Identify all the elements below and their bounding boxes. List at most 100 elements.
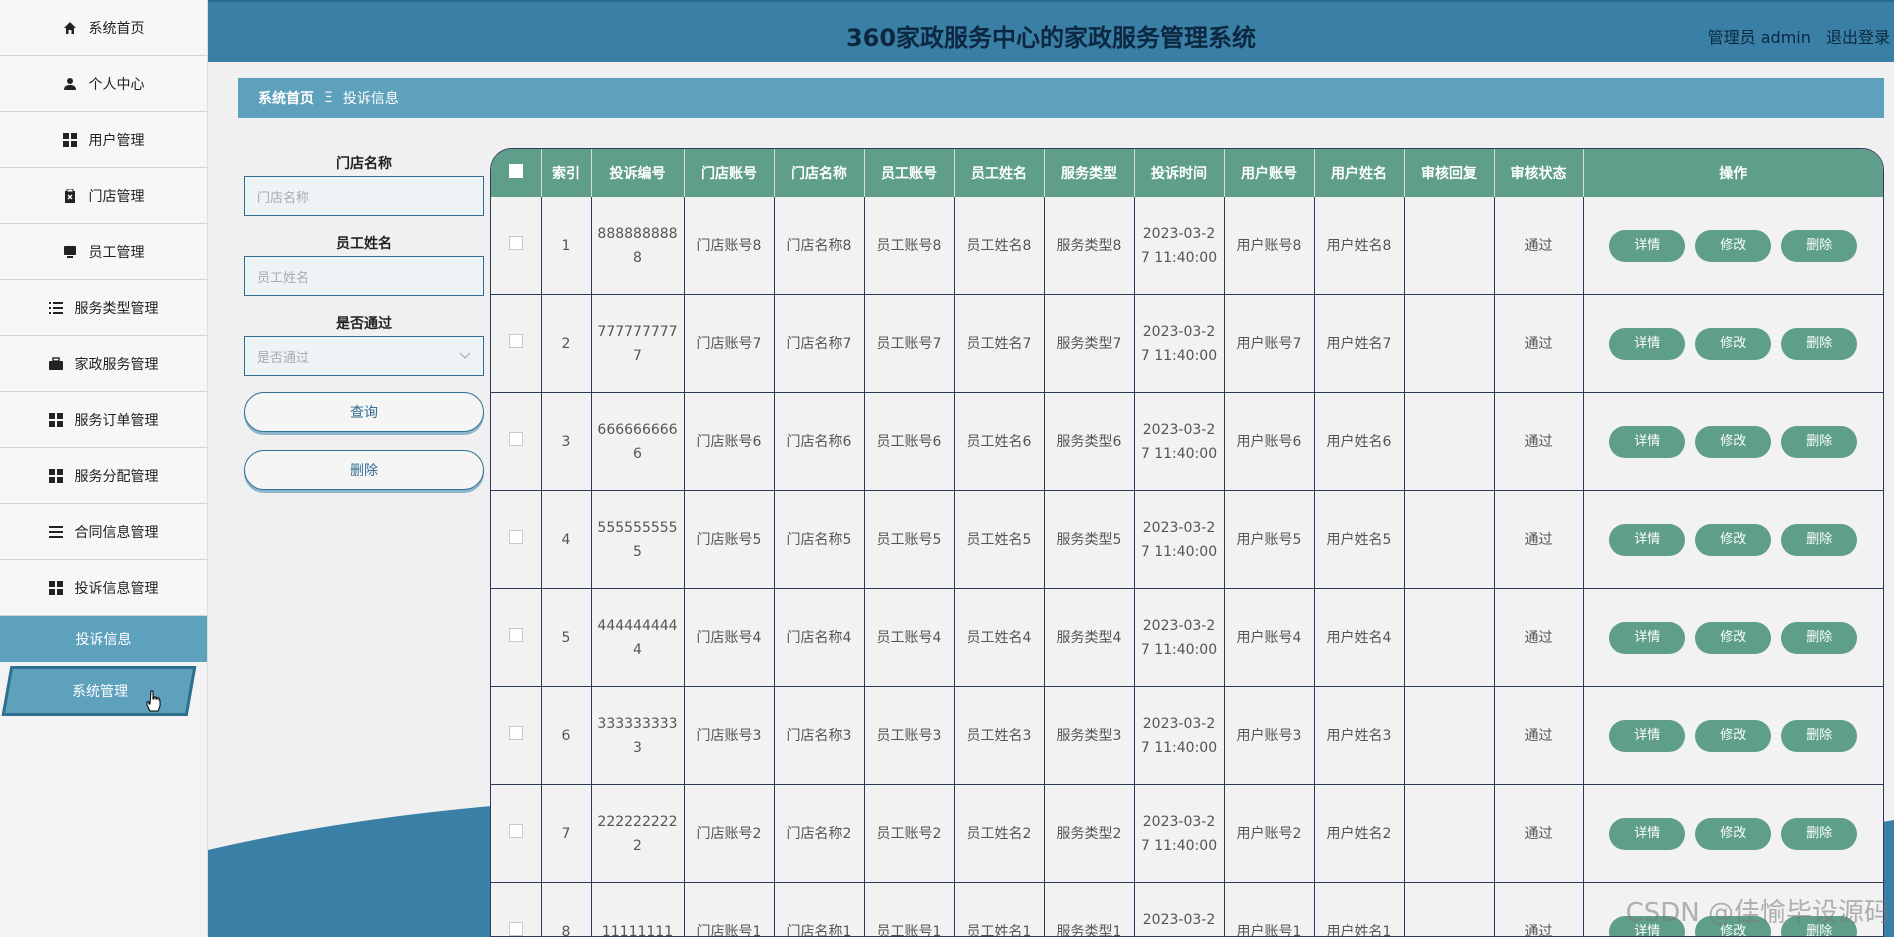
staff-name-input[interactable]: 员工姓名	[244, 256, 484, 296]
query-button[interactable]: 查询	[244, 392, 484, 432]
detail-button[interactable]: 详情	[1609, 817, 1686, 850]
sidebar-item-1[interactable]: 个人中心	[0, 56, 207, 112]
detail-button[interactable]: 详情	[1609, 229, 1686, 262]
cell-type: 服务类型8	[1044, 197, 1135, 295]
cell-staff-name: 员工姓名7	[954, 294, 1045, 393]
sidebar-item-0[interactable]: 系统首页	[0, 0, 207, 56]
staff-name-placeholder: 员工姓名	[257, 270, 310, 286]
sidebar-item-9[interactable]: 合同信息管理	[0, 504, 207, 560]
detail-button[interactable]: 详情	[1609, 523, 1686, 556]
pass-status-select[interactable]: 是否通过	[244, 336, 484, 376]
row-checkbox[interactable]	[508, 627, 523, 642]
row-checkbox[interactable]	[508, 431, 523, 446]
row-checkbox[interactable]	[508, 235, 523, 250]
cell-reply	[1404, 882, 1495, 936]
delete-button[interactable]: 删除	[1781, 523, 1858, 556]
edit-button[interactable]: 修改	[1695, 621, 1772, 654]
detail-button[interactable]: 详情	[1609, 621, 1686, 654]
sidebar-item-label: 服务订单管理	[74, 412, 159, 429]
cell-staff-name: 员工姓名2	[954, 784, 1045, 883]
edit-button[interactable]: 修改	[1695, 229, 1772, 262]
column-header: 员工姓名	[954, 149, 1045, 197]
sidebar-item-3[interactable]: 门店管理	[0, 168, 207, 224]
row-select-cell	[491, 294, 542, 393]
cell-type: 服务类型1	[1044, 882, 1135, 936]
edit-button[interactable]: 修改	[1695, 719, 1772, 752]
sidebar-subitem-complaint-info[interactable]: 投诉信息	[0, 616, 207, 662]
column-header: 索引	[541, 149, 592, 197]
sidebar-item-system[interactable]: 系统管理	[0, 662, 207, 718]
cell-user-name: 用户姓名5	[1314, 490, 1405, 589]
row-checkbox[interactable]	[508, 921, 523, 936]
cell-staff-acc: 员工账号1	[864, 882, 955, 936]
sidebar-item-10[interactable]: 投诉信息管理	[0, 560, 207, 616]
staff-name-label: 员工姓名	[336, 236, 392, 252]
row-select-cell	[491, 588, 542, 687]
cell-reply	[1404, 294, 1495, 393]
sidebar-item-label: 个人中心	[88, 76, 145, 93]
actions-cell: 详情 修改 删除	[1583, 784, 1883, 883]
row-select-cell	[491, 197, 542, 295]
delete-button[interactable]: 删除	[1781, 425, 1858, 458]
watermark: CSDN @佳愉毕设源码	[1625, 898, 1890, 928]
breadcrumb-current: 投诉信息	[342, 91, 399, 107]
sidebar-item-5[interactable]: 服务类型管理	[0, 280, 207, 336]
pass-status-label: 是否通过	[336, 316, 392, 332]
breadcrumb-home[interactable]: 系统首页	[258, 88, 314, 108]
sidebar-item-4[interactable]: 员工管理	[0, 224, 207, 280]
store-name-input[interactable]: 门店名称	[244, 176, 484, 216]
cell-type: 服务类型7	[1044, 294, 1135, 393]
detail-button[interactable]: 详情	[1609, 327, 1686, 360]
row-checkbox[interactable]	[508, 333, 523, 348]
cell-no: 7777777777	[591, 294, 685, 393]
table-row: 6 3333333333 门店账号3 门店名称3 员工账号3 员工姓名3 服务类型3 2023…	[491, 686, 1883, 785]
edit-button[interactable]: 修改	[1695, 425, 1772, 458]
sidebar-item-2[interactable]: 用户管理	[0, 112, 207, 168]
logout-link[interactable]: 退出登录	[1826, 28, 1890, 47]
row-checkbox[interactable]	[508, 823, 523, 838]
clipboard-icon	[63, 188, 77, 203]
cell-reply	[1404, 784, 1495, 883]
column-header: 审核状态	[1494, 149, 1584, 197]
batch-delete-button[interactable]: 删除	[244, 450, 484, 490]
delete-button[interactable]: 删除	[1781, 817, 1858, 850]
cell-type: 服务类型5	[1044, 490, 1135, 589]
edit-button[interactable]: 修改	[1695, 327, 1772, 360]
sidebar-item-label: 门店管理	[88, 188, 145, 205]
cell-time: 2023-03-27 11:40:00	[1134, 197, 1225, 295]
actions-cell: 详情 修改 删除	[1583, 686, 1883, 785]
cell-no: 2222222222	[591, 784, 685, 883]
delete-button[interactable]: 删除	[1781, 327, 1858, 360]
delete-button[interactable]: 删除	[1781, 229, 1858, 262]
cell-status: 通过	[1494, 784, 1584, 883]
delete-button[interactable]: 删除	[1781, 719, 1858, 752]
cell-type: 服务类型6	[1044, 392, 1135, 491]
row-checkbox[interactable]	[508, 725, 523, 740]
breadcrumb-separator: Ξ	[324, 90, 333, 106]
cell-reply	[1404, 490, 1495, 589]
cell-store-acc: 门店账号3	[684, 686, 775, 785]
sidebar-item-8[interactable]: 服务分配管理	[0, 448, 207, 504]
sidebar-item-7[interactable]: 服务订单管理	[0, 392, 207, 448]
search-panel: 门店名称 门店名称 员工姓名 员工姓名 是否通过 是否通过 查询 删除	[244, 152, 484, 490]
detail-button[interactable]: 详情	[1609, 425, 1686, 458]
home-icon	[63, 21, 77, 35]
sidebar-item-6[interactable]: 家政服务管理	[0, 336, 207, 392]
edit-button[interactable]: 修改	[1695, 523, 1772, 556]
cell-user-acc: 用户账号1	[1224, 882, 1315, 936]
sidebar-subitem-label: 投诉信息	[75, 632, 132, 648]
table-header-row: 索引 投诉编号 门店账号 门店名称 员工账号 员工姓名 服务类型 投诉时间 用户账号 用户姓名 审核…	[491, 149, 1883, 197]
detail-button[interactable]: 详情	[1609, 719, 1686, 752]
system-title: 360家政服务中心的家政服务管理系统	[845, 24, 1257, 52]
hand-cursor-icon	[146, 690, 161, 712]
delete-button[interactable]: 删除	[1781, 621, 1858, 654]
grid-icon	[48, 468, 63, 483]
row-checkbox[interactable]	[508, 529, 523, 544]
cell-user-name: 用户姓名4	[1314, 588, 1405, 687]
sidebar-item-label: 服务分配管理	[74, 468, 159, 485]
cell-store-name: 门店名称6	[774, 392, 865, 491]
edit-button[interactable]: 修改	[1695, 817, 1772, 850]
select-all-checkbox[interactable]	[508, 164, 523, 178]
cell-user-name: 用户姓名7	[1314, 294, 1405, 393]
chevron-down-icon	[459, 352, 471, 359]
